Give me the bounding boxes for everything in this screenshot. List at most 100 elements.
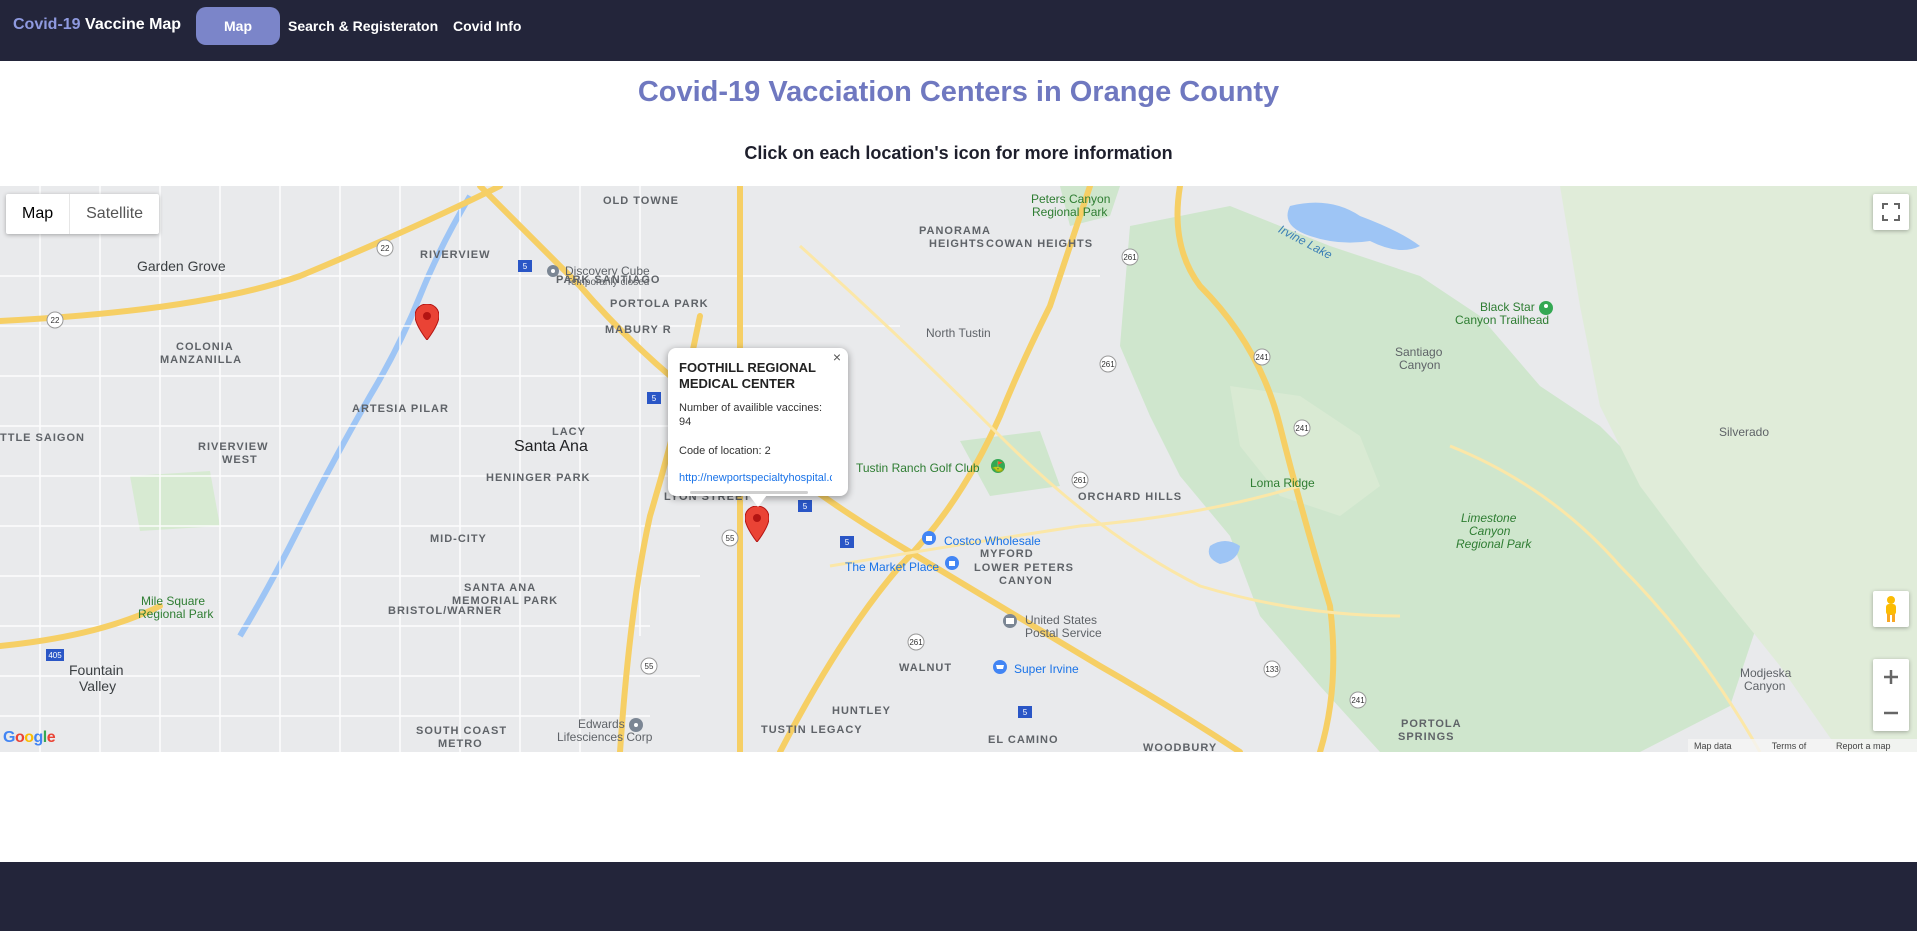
terms-of-use-link[interactable]: Terms of Use: [1766, 739, 1830, 752]
info-window-close-button[interactable]: ×: [830, 350, 844, 364]
map-label-el-camino: EL CAMINO: [988, 734, 1059, 746]
svg-text:241: 241: [1255, 353, 1269, 362]
svg-text:22: 22: [381, 244, 390, 253]
map-label-colonia: COLONIA: [176, 341, 234, 353]
map-label-manzanilla: MANZANILLA: [160, 354, 243, 366]
map-label-portola-springs-2: SPRINGS: [1398, 731, 1455, 743]
map-label-little-saigon: TTLE SAIGON: [0, 432, 85, 444]
map-label-santa-ana: Santa Ana: [514, 438, 588, 455]
map-label-modjeska-2: Canyon: [1744, 679, 1786, 693]
map-label-discovery-cube: Discovery Cube: [565, 264, 650, 278]
map-label-santiago-canyon-2: Canyon: [1399, 358, 1441, 372]
map-label-garden-grove: Garden Grove: [137, 258, 226, 274]
footer: [0, 862, 1917, 931]
post-office-icon[interactable]: [1002, 613, 1018, 629]
map-label-portola-springs: PORTOLA: [1401, 718, 1462, 730]
map-label-edwards: Edwards: [578, 717, 625, 731]
map-label-usps: United States: [1025, 613, 1098, 627]
zoom-in-button[interactable]: [1873, 659, 1909, 695]
svg-text:241: 241: [1351, 696, 1365, 705]
grocery-store-icon[interactable]: [992, 659, 1008, 675]
svg-text:133: 133: [1265, 665, 1279, 674]
market-place-shopping-icon[interactable]: [944, 555, 960, 571]
nav-covid-info-link[interactable]: Covid Info: [453, 7, 521, 45]
svg-text:261: 261: [1123, 253, 1137, 262]
map-label-black-star-2: Canyon Trailhead: [1455, 313, 1550, 327]
map-label-heninger-park: HENINGER PARK: [486, 472, 591, 484]
map-label-south-coast-2: METRO: [438, 738, 483, 750]
map-label-old-towne: OLD TOWNE: [603, 195, 680, 207]
google-logo[interactable]: Google: [3, 729, 56, 747]
map-label-tustin-legacy: TUSTIN LEGACY: [761, 724, 863, 736]
map-attribution: Map data ©2021 Terms of Use Report a map…: [1688, 739, 1917, 752]
discovery-cube-icon[interactable]: [546, 264, 560, 278]
map-label-mid-city: MID-CITY: [430, 533, 487, 545]
zoom-out-button[interactable]: [1873, 695, 1909, 731]
nav-map-button[interactable]: Map: [196, 7, 280, 45]
location-marker-1[interactable]: [415, 304, 439, 340]
svg-text:241: 241: [1295, 424, 1309, 433]
map-label-fountain-valley-2: Valley: [79, 678, 117, 694]
map-label-limestone: Limestone: [1461, 511, 1517, 525]
map-label-south-coast: SOUTH COAST: [416, 725, 508, 737]
fullscreen-button[interactable]: [1873, 194, 1909, 230]
info-window: × FOOTHILL REGIONAL MEDICAL CENTER Numbe…: [668, 348, 848, 507]
map-label-lower-peters-2: CANYON: [999, 575, 1053, 587]
svg-text:405: 405: [48, 651, 62, 660]
trailhead-icon[interactable]: [1538, 300, 1554, 316]
brand-accent: Covid-19: [13, 16, 81, 33]
map-label-mabury: MABURY R: [605, 324, 672, 336]
map-label-usps-2: Postal Service: [1025, 626, 1102, 640]
map-label-costco: Costco Wholesale: [944, 534, 1041, 548]
minus-icon: [1884, 711, 1898, 715]
zoom-control: [1873, 659, 1909, 731]
map-type-control: Map Satellite: [6, 194, 160, 234]
page-title: Covid-19 Vacciation Centers in Orange Co…: [637, 76, 1280, 108]
location-code: Code of location: 2: [679, 445, 771, 457]
nav-search-registration-link[interactable]: Search & Registeraton: [288, 7, 438, 45]
park-area-mile-square: [130, 471, 220, 531]
map-label-north-tustin: North Tustin: [926, 326, 991, 340]
street-view-pegman[interactable]: [1873, 591, 1909, 627]
map-label-peters-canyon: Peters Canyon: [1031, 192, 1111, 206]
map-label-riverview-west: RIVERVIEW: [198, 441, 269, 453]
map-type-satellite-button[interactable]: Satellite: [69, 194, 159, 234]
map-label-riverview-west-2: WEST: [222, 454, 258, 466]
map-label-mile-square: Mile Square: [141, 594, 206, 608]
location-marker-2[interactable]: [745, 506, 769, 542]
location-website-link[interactable]: http://newportspecialtyhospital.com: [679, 472, 832, 484]
location-name: FOOTHILL REGIONAL MEDICAL CENTER: [679, 360, 816, 391]
svg-text:55: 55: [645, 662, 654, 671]
svg-text:5: 5: [1023, 708, 1028, 717]
map-label-cowan-heights: COWAN HEIGHTS: [986, 238, 1094, 250]
edwards-place-icon[interactable]: [628, 717, 644, 733]
report-map-error-link[interactable]: Report a map error: [1830, 739, 1917, 752]
svg-text:261: 261: [1101, 360, 1115, 369]
map-label-portola-park: PORTOLA PARK: [610, 298, 709, 310]
plus-icon: [1884, 670, 1898, 684]
map-label-orchard-hills: ORCHARD HILLS: [1078, 491, 1183, 503]
svg-text:22: 22: [51, 316, 60, 325]
map-label-market-place: The Market Place: [845, 560, 940, 574]
map-canvas[interactable]: 22 22 261 261 241 241 261 133 241 261 55…: [0, 186, 1917, 752]
map-label-panorama-2: HEIGHTS: [929, 238, 985, 250]
svg-text:5: 5: [652, 394, 657, 403]
costco-shopping-icon[interactable]: [921, 530, 937, 546]
map-label-loma-ridge: Loma Ridge: [1250, 476, 1315, 490]
map-label-limestone-2: Canyon: [1469, 524, 1511, 538]
brand-logo[interactable]: Covid-19 Vaccine Map: [13, 16, 181, 34]
map-label-walnut: WALNUT: [899, 662, 953, 674]
map-label-lower-peters: LOWER PETERS: [974, 562, 1075, 574]
svg-text:55: 55: [726, 534, 735, 543]
brand-rest: Vaccine Map: [80, 16, 182, 33]
santa-ana-river: [237, 194, 473, 638]
golf-club-icon[interactable]: ⛳: [990, 458, 1006, 474]
info-window-scrollbar[interactable]: [690, 491, 808, 494]
map-label-peters-canyon-2: Regional Park: [1032, 205, 1108, 219]
svg-text:5: 5: [523, 262, 528, 271]
map-label-lacy: LACY: [552, 426, 586, 438]
map-type-map-button[interactable]: Map: [6, 194, 69, 234]
fullscreen-icon: [1882, 203, 1900, 221]
map-label-panorama: PANORAMA: [919, 225, 991, 237]
map-label-huntley: HUNTLEY: [832, 705, 891, 717]
